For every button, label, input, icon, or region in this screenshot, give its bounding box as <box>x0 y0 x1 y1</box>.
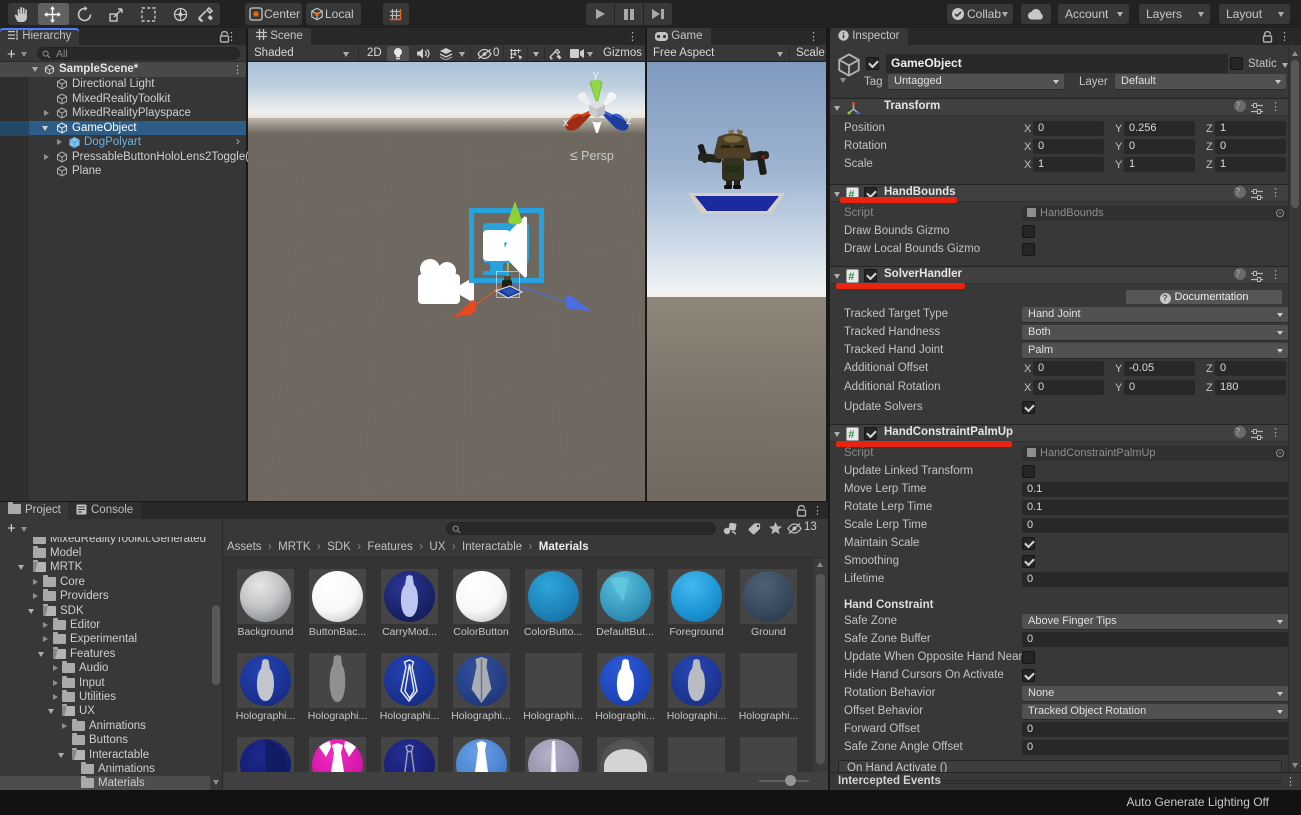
svg-text:y: y <box>593 69 599 81</box>
svg-text:#: # <box>848 271 854 283</box>
svg-text:z: z <box>626 115 632 127</box>
svg-text:x: x <box>563 117 569 129</box>
svg-text:#: # <box>848 429 854 441</box>
